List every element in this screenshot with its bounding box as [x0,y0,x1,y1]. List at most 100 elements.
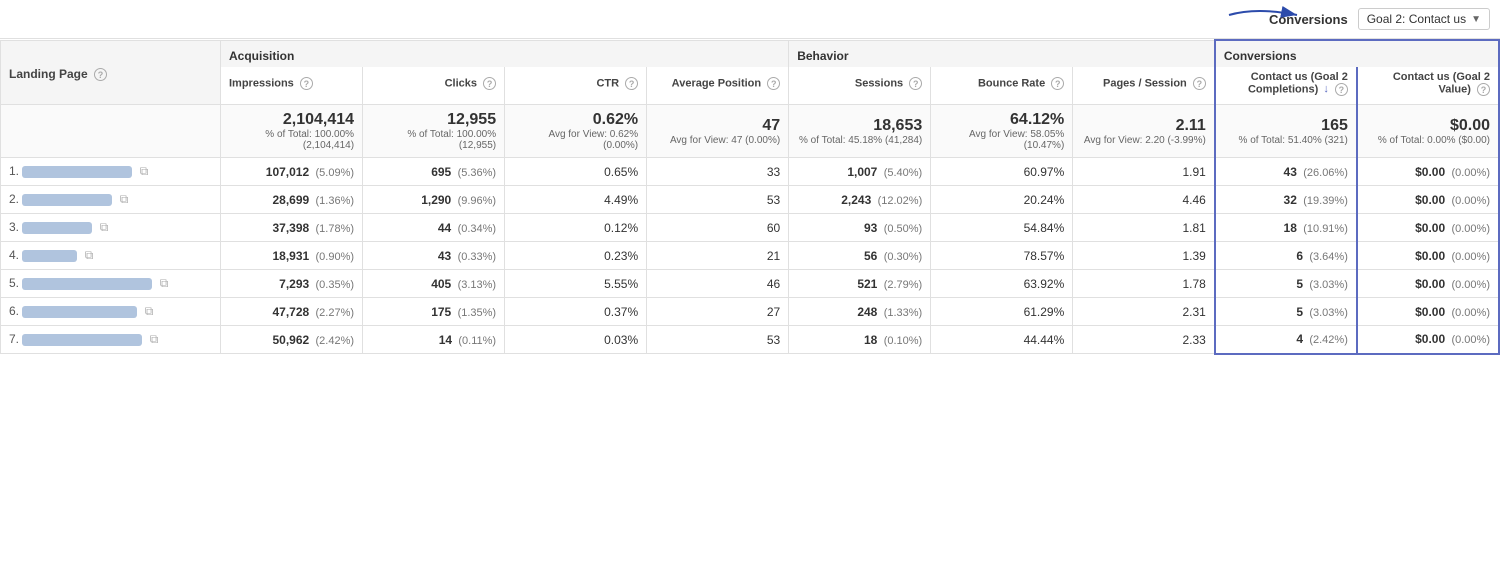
copy-icon[interactable]: ⧉ [150,332,159,346]
row-landing-3: 3. ⧉ [1,214,221,242]
row-avgpos-4: 21 [647,242,789,270]
row-goalcomp-4: 6 (3.64%) [1215,242,1357,270]
data-rows: 1. ⧉ 107,012 (5.09%) 695 (5.36%) 0.65% 3… [1,158,1500,354]
pages-session-col-header: Pages / Session ? [1073,67,1215,105]
summary-bouncerate: 64.12% Avg for View: 58.05% (10.47%) [931,105,1073,158]
row-ctr-1: 0.65% [505,158,647,186]
table-row: 4. ⧉ 18,931 (0.90%) 43 (0.33%) 0.23% 21 … [1,242,1500,270]
row-pagessession-1: 1.91 [1073,158,1215,186]
row-goalvalue-3: $0.00 (0.00%) [1357,214,1499,242]
avgpos-help-icon[interactable]: ? [767,77,780,90]
row-impressions-6: 47,728 (2.27%) [221,298,363,326]
row-num: 7. [9,332,19,346]
row-sessions-5: 521 (2.79%) [789,270,931,298]
row-impressions-7: 50,962 (2.42%) [221,326,363,354]
row-landing-4: 4. ⧉ [1,242,221,270]
row-avgpos-1: 33 [647,158,789,186]
row-sessions-1: 1,007 (5.40%) [789,158,931,186]
pagessession-help-icon[interactable]: ? [1193,77,1206,90]
copy-icon[interactable]: ⧉ [145,304,154,318]
impressions-help-icon[interactable]: ? [300,77,313,90]
table-row: 1. ⧉ 107,012 (5.09%) 695 (5.36%) 0.65% 3… [1,158,1500,186]
row-landing-2: 2. ⧉ [1,186,221,214]
row-pagessession-3: 1.81 [1073,214,1215,242]
row-clicks-5: 405 (3.13%) [363,270,505,298]
arrow-annotation [1225,2,1305,32]
row-goalvalue-6: $0.00 (0.00%) [1357,298,1499,326]
blurred-url[interactable] [22,278,152,290]
sessions-col-header: Sessions ? [789,67,931,105]
row-num: 3. [9,220,19,234]
top-bar: Conversions Goal 2: Contact us ▼ [0,0,1500,39]
summary-pagessession: 2.11 Avg for View: 2.20 (-3.99%) [1073,105,1215,158]
row-ctr-7: 0.03% [505,326,647,354]
bounce-rate-col-header: Bounce Rate ? [931,67,1073,105]
avg-position-col-header: Average Position ? [647,67,789,105]
copy-icon[interactable]: ⧉ [100,220,109,234]
row-avgpos-5: 46 [647,270,789,298]
row-goalcomp-5: 5 (3.03%) [1215,270,1357,298]
row-ctr-3: 0.12% [505,214,647,242]
landing-page-help-icon[interactable]: ? [94,68,107,81]
acquisition-header: Acquisition [221,40,789,67]
blurred-url[interactable] [22,194,112,206]
row-clicks-3: 44 (0.34%) [363,214,505,242]
sort-icon: ↓ [1323,83,1329,95]
copy-icon[interactable]: ⧉ [85,248,94,262]
clicks-help-icon[interactable]: ? [483,77,496,90]
row-sessions-6: 248 (1.33%) [789,298,931,326]
row-avgpos-2: 53 [647,186,789,214]
row-goalcomp-6: 5 (3.03%) [1215,298,1357,326]
row-impressions-2: 28,699 (1.36%) [221,186,363,214]
row-num: 2. [9,192,19,206]
blurred-url[interactable] [22,334,142,346]
row-landing-7: 7. ⧉ [1,326,221,354]
blurred-url[interactable] [22,306,137,318]
blurred-url[interactable] [22,222,92,234]
row-clicks-6: 175 (1.35%) [363,298,505,326]
row-clicks-2: 1,290 (9.96%) [363,186,505,214]
goal-dropdown[interactable]: Goal 2: Contact us ▼ [1358,8,1490,30]
row-pagessession-5: 1.78 [1073,270,1215,298]
row-ctr-2: 4.49% [505,186,647,214]
row-bouncerate-6: 61.29% [931,298,1073,326]
summary-avgpos: 47 Avg for View: 47 (0.00%) [647,105,789,158]
sessions-help-icon[interactable]: ? [909,77,922,90]
summary-landing [1,105,221,158]
row-num: 5. [9,276,19,290]
row-goalvalue-2: $0.00 (0.00%) [1357,186,1499,214]
row-num: 1. [9,164,19,178]
row-sessions-4: 56 (0.30%) [789,242,931,270]
row-num: 6. [9,304,19,318]
blurred-url[interactable] [22,166,132,178]
blurred-url[interactable] [22,250,77,262]
row-sessions-3: 93 (0.50%) [789,214,931,242]
table-row: 2. ⧉ 28,699 (1.36%) 1,290 (9.96%) 4.49% … [1,186,1500,214]
table-row: 3. ⧉ 37,398 (1.78%) 44 (0.34%) 0.12% 60 … [1,214,1500,242]
row-clicks-7: 14 (0.11%) [363,326,505,354]
summary-goalvalue: $0.00 % of Total: 0.00% ($0.00) [1357,105,1499,158]
row-bouncerate-2: 20.24% [931,186,1073,214]
bouncerate-help-icon[interactable]: ? [1051,77,1064,90]
row-landing-5: 5. ⧉ [1,270,221,298]
summary-goalcomp: 165 % of Total: 51.40% (321) [1215,105,1357,158]
row-goalvalue-1: $0.00 (0.00%) [1357,158,1499,186]
goalvalue-help-icon[interactable]: ? [1477,83,1490,96]
summary-row: 2,104,414 % of Total: 100.00% (2,104,414… [1,105,1500,158]
row-clicks-4: 43 (0.33%) [363,242,505,270]
row-goalcomp-1: 43 (26.06%) [1215,158,1357,186]
row-goalcomp-3: 18 (10.91%) [1215,214,1357,242]
copy-icon[interactable]: ⧉ [140,164,149,178]
row-pagessession-7: 2.33 [1073,326,1215,354]
row-bouncerate-1: 60.97% [931,158,1073,186]
goalcomp-help-icon[interactable]: ? [1335,83,1348,96]
row-bouncerate-5: 63.92% [931,270,1073,298]
ctr-help-icon[interactable]: ? [625,77,638,90]
table-row: 6. ⧉ 47,728 (2.27%) 175 (1.35%) 0.37% 27… [1,298,1500,326]
row-ctr-6: 0.37% [505,298,647,326]
row-landing-1: 1. ⧉ [1,158,221,186]
row-goalcomp-7: 4 (2.42%) [1215,326,1357,354]
copy-icon[interactable]: ⧉ [120,192,129,206]
clicks-col-header: Clicks ? [363,67,505,105]
copy-icon[interactable]: ⧉ [160,276,169,290]
